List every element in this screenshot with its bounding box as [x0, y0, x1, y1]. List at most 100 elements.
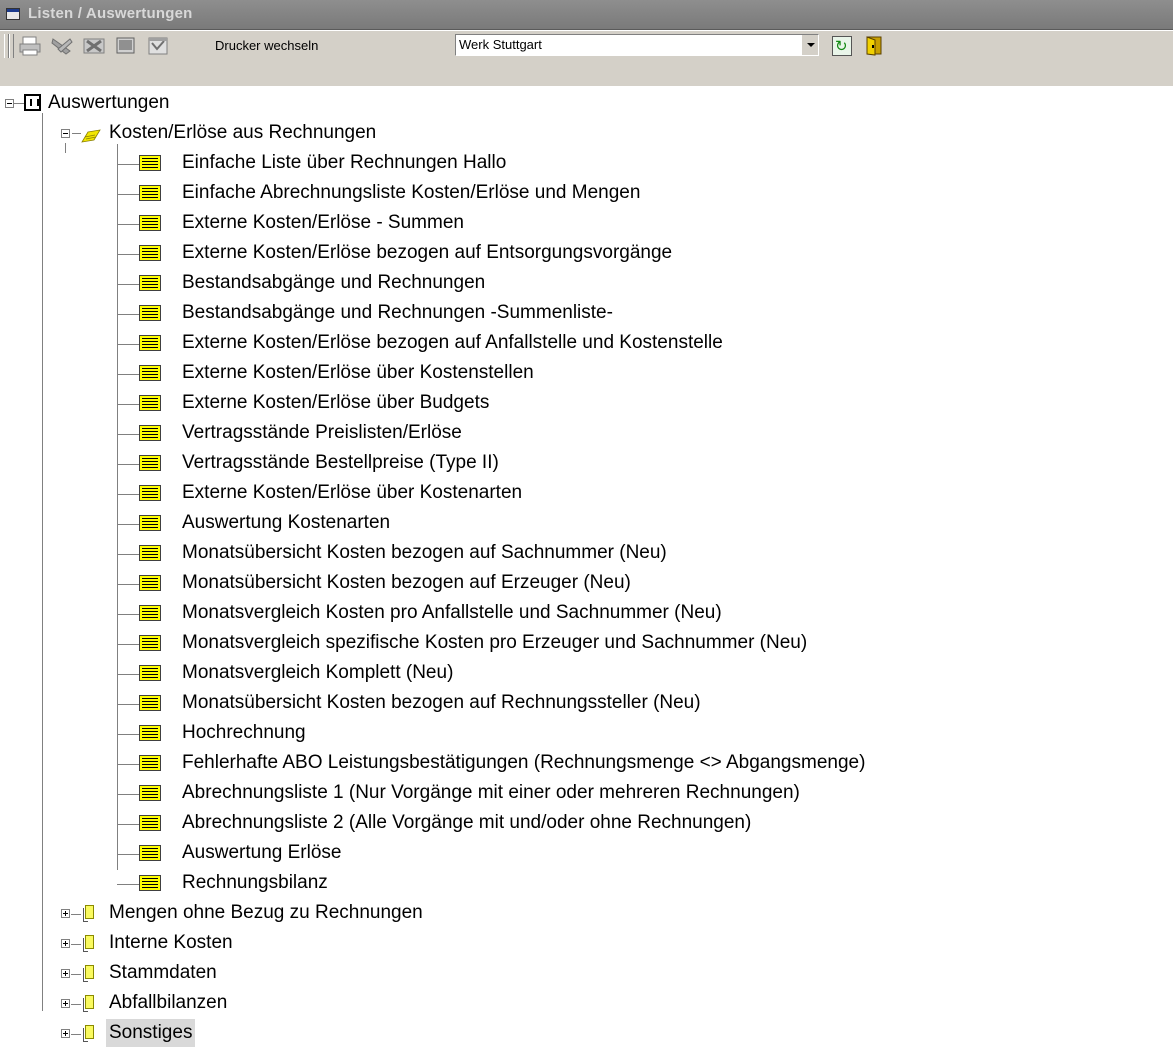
- tree-connector: [117, 224, 139, 225]
- tree-folder[interactable]: Sonstiges: [0, 1019, 400, 1047]
- tree-folder[interactable]: Abfallbilanzen: [0, 989, 400, 1017]
- tree-connector: [117, 254, 139, 255]
- tree-item[interactable]: Externe Kosten/Erlöse über Budgets: [0, 389, 700, 417]
- refresh-icon[interactable]: [832, 36, 852, 56]
- expand-icon[interactable]: [61, 939, 70, 948]
- tree-item-label: Monatsvergleich Komplett (Neu): [182, 662, 454, 683]
- tree-item[interactable]: Vertragsstände Bestellpreise (Type II): [0, 449, 700, 477]
- tree-item[interactable]: Einfache Liste über Rechnungen Hallo: [0, 149, 700, 177]
- tree-item[interactable]: Fehlerhafte ABO Leistungsbestätigungen (…: [0, 749, 1170, 777]
- tree-item-label: Externe Kosten/Erlöse über Kostenstellen: [182, 362, 534, 383]
- tree-item[interactable]: Monatsübersicht Kosten bezogen auf Rechn…: [0, 689, 950, 717]
- expand-icon[interactable]: [61, 1029, 70, 1038]
- tree-connector: [117, 674, 139, 675]
- title-bar: Listen / Auswertungen: [0, 0, 1173, 30]
- folder-icon: [83, 1024, 95, 1042]
- list-icon: [139, 155, 163, 172]
- list-icon: [139, 365, 163, 382]
- tree-connector: [117, 584, 139, 585]
- open-folder-icon: [80, 125, 102, 143]
- tree-item-label: Externe Kosten/Erlöse - Summen: [182, 212, 464, 233]
- tree-connector: [117, 614, 139, 615]
- tree-item[interactable]: Monatsvergleich Komplett (Neu): [0, 659, 700, 687]
- tree-connector: [117, 554, 139, 555]
- tree-connector: [71, 1004, 81, 1005]
- tree-item[interactable]: Externe Kosten/Erlöse bezogen auf Entsor…: [0, 239, 900, 267]
- tree-item-label: Auswertung Kostenarten: [182, 512, 391, 533]
- tools-icon[interactable]: [50, 35, 76, 57]
- exit-icon[interactable]: [865, 35, 885, 56]
- list-icon: [139, 335, 163, 352]
- expand-icon[interactable]: [61, 909, 70, 918]
- tree-item-label: Monatsübersicht Kosten bezogen auf Erzeu…: [182, 572, 631, 593]
- print-icon[interactable]: [18, 35, 44, 57]
- tree-item[interactable]: Abrechnungsliste 1 (Nur Vorgänge mit ein…: [0, 779, 1080, 807]
- printer-select[interactable]: Werk Stuttgart: [455, 34, 819, 56]
- tree-folder[interactable]: Stammdaten: [0, 959, 400, 987]
- tree-item[interactable]: Externe Kosten/Erlöse bezogen auf Anfall…: [0, 329, 980, 357]
- list-icon: [139, 395, 163, 412]
- preview-icon[interactable]: [114, 35, 140, 57]
- list-icon: [139, 185, 163, 202]
- tree-item[interactable]: Auswertung Erlöse: [0, 839, 500, 867]
- expand-icon[interactable]: [61, 999, 70, 1008]
- tree-folder-kosten-erloese[interactable]: Kosten/Erlöse aus Rechnungen: [0, 119, 560, 147]
- list-icon: [139, 605, 163, 622]
- toolbar-grip-2[interactable]: [9, 34, 14, 58]
- excel-export-icon[interactable]: [82, 35, 108, 57]
- collapse-icon[interactable]: [5, 99, 14, 108]
- list-icon: [139, 455, 163, 472]
- tree-item[interactable]: Externe Kosten/Erlöse über Kostenarten: [0, 479, 750, 507]
- tree-connector: [71, 914, 81, 915]
- tree-item-label: Einfache Liste über Rechnungen Hallo: [182, 152, 507, 173]
- chevron-down-icon[interactable]: [801, 35, 818, 55]
- tree-folder-label: Interne Kosten: [109, 932, 233, 953]
- tree-item-label: Bestandsabgänge und Rechnungen: [182, 272, 486, 293]
- tree-item-label: Hochrechnung: [182, 722, 306, 743]
- tree-item[interactable]: Einfache Abrechnungsliste Kosten/Erlöse …: [0, 179, 880, 207]
- tree-item[interactable]: Monatsvergleich Kosten pro Anfallstelle …: [0, 599, 990, 627]
- tree-item[interactable]: Externe Kosten/Erlöse über Kostenstellen: [0, 359, 750, 387]
- tree-item-label: Externe Kosten/Erlöse bezogen auf Anfall…: [182, 332, 723, 353]
- tree-item[interactable]: Vertragsstände Preislisten/Erlöse: [0, 419, 700, 447]
- tree-item-label: Monatsvergleich Kosten pro Anfallstelle …: [182, 602, 722, 623]
- tree-item[interactable]: Bestandsabgänge und Rechnungen: [0, 269, 700, 297]
- tree-connector: [117, 284, 139, 285]
- tree-item[interactable]: Monatsübersicht Kosten bezogen auf Erzeu…: [0, 569, 880, 597]
- tree-connector: [117, 404, 139, 405]
- tree-connector: [71, 944, 81, 945]
- expand-icon[interactable]: [61, 969, 70, 978]
- tree-item-label: Fehlerhafte ABO Leistungsbestätigungen (…: [182, 752, 866, 773]
- tree-node-root[interactable]: Auswertungen: [0, 89, 260, 117]
- tree-item-label: Vertragsstände Preislisten/Erlöse: [182, 422, 462, 443]
- tree-item-label: Monatsvergleich spezifische Kosten pro E…: [182, 632, 808, 653]
- tree-connector: [117, 464, 139, 465]
- tree-item-label: Einfache Abrechnungsliste Kosten/Erlöse …: [182, 182, 641, 203]
- list-icon: [139, 425, 163, 442]
- root-icon: [24, 94, 41, 111]
- report-icon[interactable]: [146, 35, 172, 57]
- tree-connector: [117, 704, 139, 705]
- list-icon: [139, 815, 163, 832]
- window-title: Listen / Auswertungen: [28, 5, 193, 22]
- tree-connector: [117, 194, 139, 195]
- tree-item[interactable]: Monatsübersicht Kosten bezogen auf Sachn…: [0, 539, 900, 567]
- tree-item[interactable]: Auswertung Kostenarten: [0, 509, 700, 537]
- folder-icon: [83, 904, 95, 922]
- tree-item-label: Externe Kosten/Erlöse bezogen auf Entsor…: [182, 242, 673, 263]
- tree-connector: [117, 314, 139, 315]
- tree-item[interactable]: Externe Kosten/Erlöse - Summen: [0, 209, 700, 237]
- tree-folder[interactable]: Interne Kosten: [0, 929, 400, 957]
- tree-item[interactable]: Abrechnungsliste 2 (Alle Vorgänge mit un…: [0, 809, 1020, 837]
- tree-folder[interactable]: Mengen ohne Bezug zu Rechnungen: [0, 899, 600, 927]
- tree-item-label: Bestandsabgänge und Rechnungen -Summenli…: [182, 302, 613, 323]
- tree-item-label: Monatsübersicht Kosten bezogen auf Rechn…: [182, 692, 701, 713]
- printer-label: Drucker wechseln: [215, 38, 319, 53]
- tree-item[interactable]: Monatsvergleich spezifische Kosten pro E…: [0, 629, 1060, 657]
- tree-item[interactable]: Hochrechnung: [0, 719, 700, 747]
- tree-item[interactable]: Bestandsabgänge und Rechnungen -Summenli…: [0, 299, 750, 327]
- collapse-icon[interactable]: [61, 129, 70, 138]
- tree-connector: [117, 764, 139, 765]
- tree-item[interactable]: Rechnungsbilanz: [0, 869, 500, 897]
- tree-connector: [117, 854, 139, 855]
